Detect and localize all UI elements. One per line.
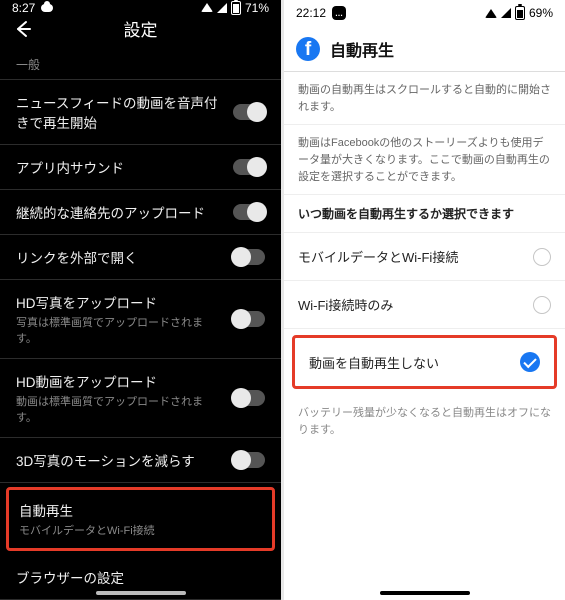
home-indicator[interactable] — [380, 591, 470, 595]
toggle[interactable] — [233, 204, 265, 220]
app-header-light: f 自動再生 — [284, 26, 565, 72]
toggle[interactable] — [233, 452, 265, 468]
option-label: モバイルデータとWi-Fi接続 — [298, 247, 458, 266]
radio-checked-icon — [520, 352, 540, 372]
row-subtitle: モバイルデータとWi-Fi接続 — [19, 522, 155, 538]
home-indicator[interactable] — [96, 591, 186, 595]
row-title: 継続的な連絡先のアップロード — [16, 202, 205, 222]
battery-pct: 71% — [245, 1, 269, 15]
status-left: 8:27 — [12, 1, 53, 15]
setting-contact-upload[interactable]: 継続的な連絡先のアップロード — [0, 190, 281, 235]
cell-icon — [217, 3, 227, 13]
right-phone: 22:12 … 69% f 自動再生 動画の自動再生はスクロールすると自動的に開… — [284, 0, 565, 600]
setting-in-app-sound[interactable]: アプリ内サウンド — [0, 145, 281, 190]
row-title: HD動画をアップロード — [16, 371, 223, 391]
option-mobile-and-wifi[interactable]: モバイルデータとWi-Fi接続 — [284, 233, 565, 281]
row-title: アプリ内サウンド — [16, 157, 124, 177]
app-header: 設定 — [0, 16, 281, 42]
radio-unchecked-icon — [533, 248, 551, 266]
toggle[interactable] — [233, 249, 265, 265]
row-title: リンクを外部で開く — [16, 247, 138, 267]
setting-news-feed-sound[interactable]: ニュースフィードの動画を音声付きで再生開始 — [0, 80, 281, 145]
settings-list: ニュースフィードの動画を音声付きで再生開始 アプリ内サウンド 継続的な連絡先のア… — [0, 80, 281, 600]
row-subtitle: 動画は標準画質でアップロードされます。 — [16, 393, 223, 425]
page-title: 自動再生 — [330, 37, 394, 61]
battery-icon — [231, 1, 241, 15]
toggle[interactable] — [233, 104, 265, 120]
row-title: 3D写真のモーションを減らす — [16, 450, 195, 470]
setting-open-links-external[interactable]: リンクを外部で開く — [0, 235, 281, 280]
battery-icon — [515, 6, 525, 20]
row-title: ブラウザーの設定 — [16, 567, 124, 587]
status-right: 71% — [201, 1, 269, 15]
info-text-2: 動画はFacebookの他のストーリーズよりも使用データ量が大きくなります。ここ… — [284, 125, 565, 195]
option-wifi-only[interactable]: Wi-Fi接続時のみ — [284, 281, 565, 329]
clock: 8:27 — [12, 1, 35, 15]
back-button[interactable] — [12, 18, 34, 40]
setting-autoplay[interactable]: 自動再生 モバイルデータとWi-Fi接続 — [9, 490, 272, 548]
autoplay-settings: 動画の自動再生はスクロールすると自動的に開始されます。 動画はFacebookの… — [284, 72, 565, 448]
statusbar: 22:12 … 69% — [284, 0, 565, 26]
highlight-never-autoplay: 動画を自動再生しない — [292, 335, 557, 389]
status-left: 22:12 … — [296, 6, 346, 20]
cell-icon — [501, 8, 511, 18]
toggle[interactable] — [233, 159, 265, 175]
row-title: HD写真をアップロード — [16, 292, 223, 312]
row-title: ニュースフィードの動画を音声付きで再生開始 — [16, 92, 223, 132]
facebook-logo-icon: f — [296, 37, 320, 61]
row-title: 自動再生 — [19, 500, 155, 520]
row-subtitle: 写真は標準画質でアップロードされます。 — [16, 314, 223, 346]
highlight-autoplay: 自動再生 モバイルデータとWi-Fi接続 — [6, 487, 275, 551]
section-instruction: いつ動画を自動再生するか選択できます — [284, 195, 565, 233]
line-app-icon: … — [332, 6, 346, 20]
wifi-icon — [485, 9, 497, 18]
left-phone: 8:27 71% 設定 一般 ニュースフィードの動画を音声付きで再生開始 アプリ… — [0, 0, 281, 600]
option-label: 動画を自動再生しない — [309, 353, 439, 372]
toggle[interactable] — [233, 390, 265, 406]
info-text-1: 動画の自動再生はスクロールすると自動的に開始されます。 — [284, 72, 565, 125]
section-label: 一般 — [0, 42, 281, 80]
status-right: 69% — [485, 6, 553, 20]
setting-hd-video-upload[interactable]: HD動画をアップロード 動画は標準画質でアップロードされます。 — [0, 359, 281, 438]
statusbar: 8:27 71% — [0, 0, 281, 16]
clock: 22:12 — [296, 6, 326, 20]
setting-3d-photo-motion[interactable]: 3D写真のモーションを減らす — [0, 438, 281, 483]
option-label: Wi-Fi接続時のみ — [298, 295, 393, 314]
cloud-icon — [41, 4, 53, 12]
toggle[interactable] — [233, 311, 265, 327]
option-never-autoplay[interactable]: 動画を自動再生しない — [295, 338, 554, 386]
radio-unchecked-icon — [533, 296, 551, 314]
footnote: バッテリー残量が少なくなると自動再生はオフになります。 — [284, 395, 565, 448]
page-title: 設定 — [38, 16, 243, 41]
setting-hd-photo-upload[interactable]: HD写真をアップロード 写真は標準画質でアップロードされます。 — [0, 280, 281, 359]
battery-pct: 69% — [529, 6, 553, 20]
wifi-icon — [201, 3, 213, 12]
